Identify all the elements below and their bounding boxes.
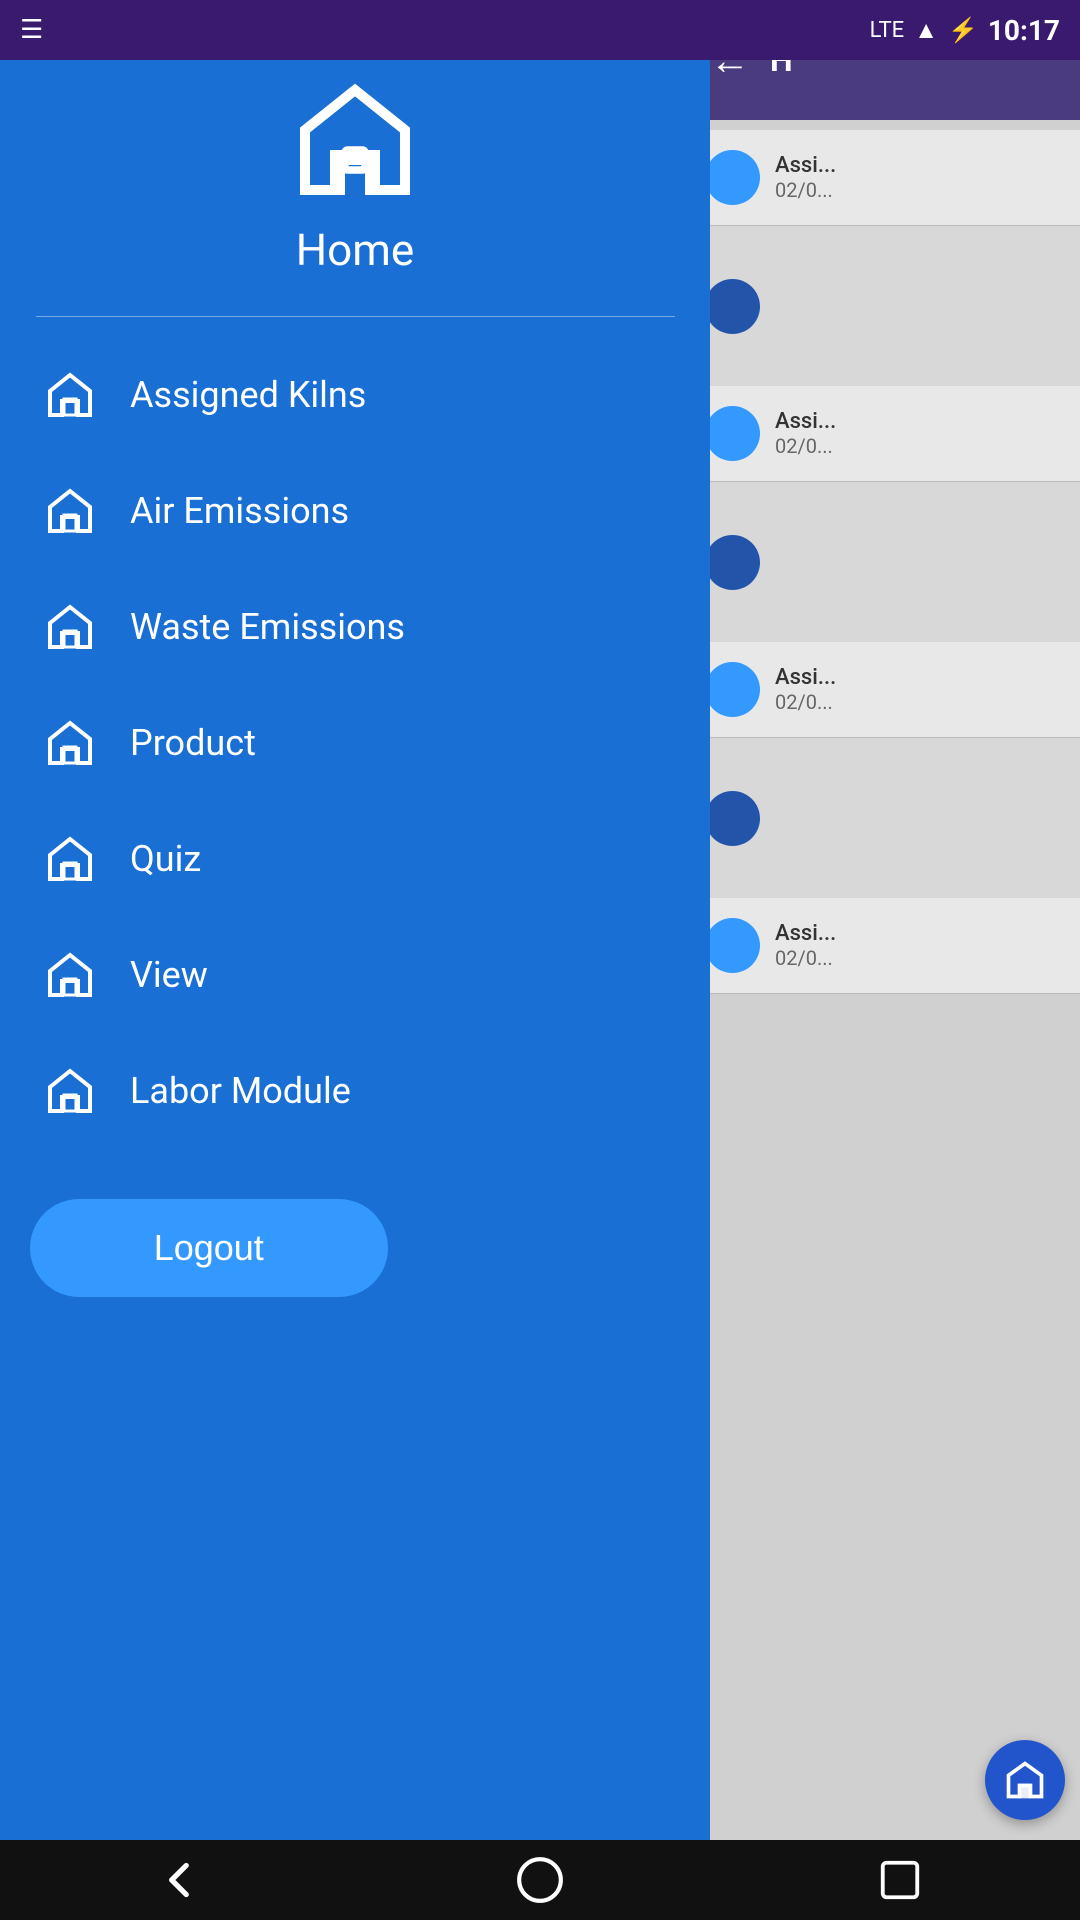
house-nav-icon <box>44 951 96 999</box>
item-date: 02/0... <box>775 690 1065 714</box>
assigned-kilns-label: Assigned Kilns <box>130 374 366 416</box>
house-nav-icon <box>44 603 96 651</box>
status-time: 10:17 <box>988 14 1060 47</box>
item-label: Assi... <box>775 409 1065 434</box>
home-title: Home <box>296 224 414 276</box>
circle-nav-button[interactable] <box>490 1850 590 1910</box>
notification-icon: ☰ <box>20 15 43 45</box>
product-label: Product <box>130 722 256 764</box>
item-date: 02/0... <box>775 178 1065 202</box>
square-nav-button[interactable] <box>850 1850 950 1910</box>
nav-item-labor-module[interactable]: Labor Module <box>30 1033 680 1149</box>
nav-item-air-emissions[interactable]: Air Emissions <box>30 453 680 569</box>
quiz-label: Quiz <box>130 838 201 880</box>
right-panel-item[interactable]: Assi... 02/0... <box>690 642 1080 738</box>
bottom-nav-bar <box>0 1840 1080 1920</box>
logout-button[interactable]: Logout <box>30 1199 388 1297</box>
nav-item-view[interactable]: View <box>30 917 680 1033</box>
item-circle <box>705 150 760 205</box>
nav-item-assigned-kilns[interactable]: Assigned Kilns <box>30 337 680 453</box>
nav-item-waste-emissions[interactable]: Waste Emissions <box>30 569 680 685</box>
item-circle-dark <box>705 791 760 846</box>
left-drawer: Home Assigned Kilns Air Emissions <box>0 0 710 1920</box>
quiz-icon <box>40 829 100 889</box>
status-bar-right: LTE ▲ ⚡ 10:17 <box>870 14 1060 47</box>
house-nav-icon <box>44 371 96 419</box>
divider <box>36 316 675 317</box>
back-nav-icon <box>155 1855 205 1905</box>
air-emissions-label: Air Emissions <box>130 490 349 532</box>
item-label: Assi... <box>775 921 1065 946</box>
back-nav-button[interactable] <box>130 1850 230 1910</box>
waste-emissions-icon <box>40 597 100 657</box>
home-large-icon <box>290 80 420 200</box>
labor-module-label: Labor Module <box>130 1070 351 1112</box>
item-circle <box>705 918 760 973</box>
house-nav-icon <box>44 1067 96 1115</box>
view-icon <box>40 945 100 1005</box>
logout-container: Logout <box>0 1159 710 1337</box>
right-panel-item[interactable]: Assi... 02/0... <box>690 386 1080 482</box>
item-date: 02/0... <box>775 946 1065 970</box>
item-label: Assi... <box>775 153 1065 178</box>
item-circle <box>705 662 760 717</box>
item-circle-dark <box>705 279 760 334</box>
status-bar-left: ☰ <box>20 15 43 45</box>
assigned-kilns-icon <box>40 365 100 425</box>
signal-icon: ▲ <box>914 16 938 45</box>
home-fab-button[interactable] <box>985 1740 1065 1820</box>
lte-icon: LTE <box>870 18 905 43</box>
item-text: Assi... 02/0... <box>775 153 1065 202</box>
air-emissions-icon <box>40 481 100 541</box>
home-icon-wrapper <box>290 80 420 204</box>
house-nav-icon <box>44 487 96 535</box>
right-panel-spacer1 <box>690 226 1080 386</box>
house-nav-icon <box>44 719 96 767</box>
battery-icon: ⚡ <box>948 16 978 44</box>
square-nav-icon <box>877 1857 923 1903</box>
nav-item-product[interactable]: Product <box>30 685 680 801</box>
view-label: View <box>130 954 208 996</box>
item-text: Assi... 02/0... <box>775 409 1065 458</box>
labor-module-icon <box>40 1061 100 1121</box>
product-icon <box>40 713 100 773</box>
status-bar: ☰ LTE ▲ ⚡ 10:17 <box>0 0 1080 60</box>
right-panel-items: Assi... 02/0... Assi... 02/0... Assi... … <box>690 120 1080 1004</box>
item-text: Assi... 02/0... <box>775 665 1065 714</box>
item-circle-dark <box>705 535 760 590</box>
item-circle <box>705 406 760 461</box>
nav-list: Assigned Kilns Air Emissions Waste Emiss… <box>0 337 710 1149</box>
right-panel-spacer2 <box>690 482 1080 642</box>
item-date: 02/0... <box>775 434 1065 458</box>
house-nav-icon <box>44 835 96 883</box>
nav-item-quiz[interactable]: Quiz <box>30 801 680 917</box>
item-text: Assi... 02/0... <box>775 921 1065 970</box>
right-panel: ← H Assi... 02/0... Assi... 02/0... <box>690 0 1080 1920</box>
home-fab-icon <box>1003 1758 1047 1802</box>
right-panel-item[interactable]: Assi... 02/0... <box>690 898 1080 994</box>
right-panel-spacer3 <box>690 738 1080 898</box>
right-panel-item[interactable]: Assi... 02/0... <box>690 130 1080 226</box>
circle-nav-icon <box>515 1855 565 1905</box>
waste-emissions-label: Waste Emissions <box>130 606 405 648</box>
item-label: Assi... <box>775 665 1065 690</box>
